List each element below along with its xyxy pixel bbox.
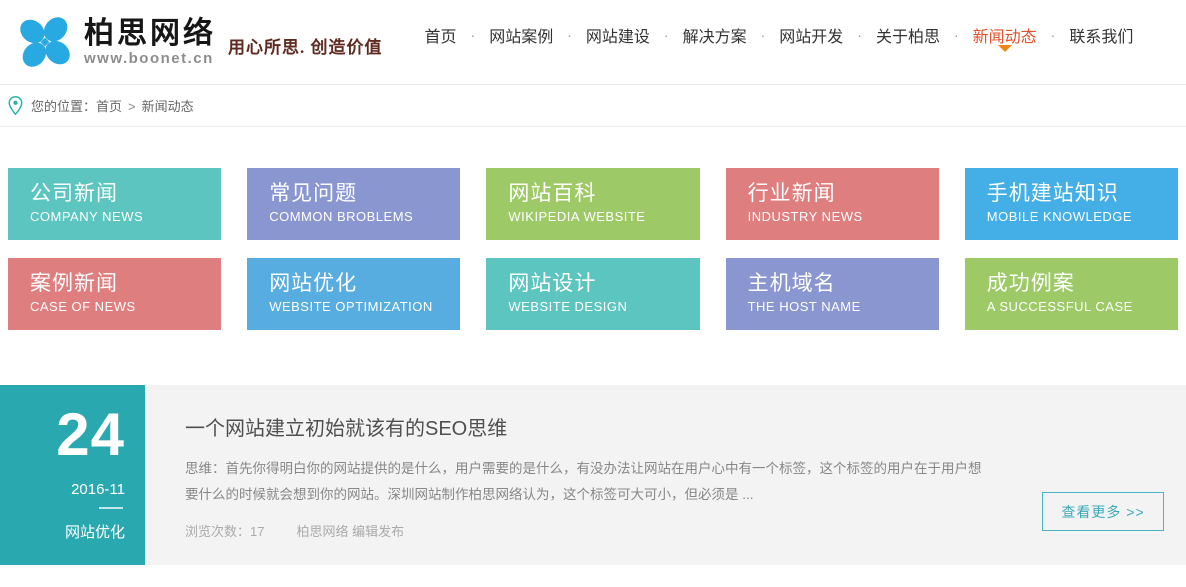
nav-item-3[interactable]: 解决方案: [683, 23, 747, 47]
category-title: 常见问题: [269, 179, 450, 209]
news-meta: 浏览次数：17 柏思网络 编辑发布: [185, 521, 986, 540]
nav-item-4[interactable]: 网站开发: [779, 23, 843, 47]
breadcrumb-prefix: 您的位置：: [31, 99, 96, 114]
category-card-5[interactable]: 案例新闻CASE OF NEWS: [8, 258, 221, 330]
category-card-1[interactable]: 常见问题COMMON BROBLEMS: [247, 168, 460, 240]
category-card-0[interactable]: 公司新闻COMPANY NEWS: [8, 168, 221, 240]
news-category-label: 网站优化: [0, 521, 125, 542]
news-views-count: 浏览次数：17: [185, 524, 264, 539]
date-divider: [99, 507, 123, 509]
category-subtitle: COMPANY NEWS: [30, 209, 211, 224]
nav-separator-dot: ·: [954, 27, 959, 43]
news-title-link[interactable]: 一个网站建立初始就该有的SEO思维: [185, 412, 986, 441]
category-subtitle: INDUSTRY NEWS: [748, 209, 929, 224]
breadcrumb-home-link[interactable]: 首页: [96, 99, 122, 114]
nav-item-1[interactable]: 网站案例: [489, 23, 553, 47]
active-nav-arrow-icon: [998, 45, 1012, 52]
category-title: 行业新闻: [748, 179, 929, 209]
category-title: 手机建站知识: [987, 179, 1168, 209]
logo-company-name: 柏思网络: [84, 17, 216, 50]
logo-website-url: www.boonet.cn: [84, 50, 216, 67]
nav-item-7[interactable]: 联系我们: [1069, 23, 1133, 47]
category-card-6[interactable]: 网站优化WEBSITE OPTIMIZATION: [247, 258, 460, 330]
category-title: 案例新闻: [30, 269, 211, 299]
nav-separator-dot: ·: [471, 27, 476, 43]
category-card-7[interactable]: 网站设计WEBSITE DESIGN: [486, 258, 699, 330]
category-card-8[interactable]: 主机域名THE HOST NAME: [726, 258, 939, 330]
category-subtitle: WIKIPEDIA WEBSITE: [508, 209, 689, 224]
nav-item-0[interactable]: 首页: [425, 23, 457, 47]
nav-separator-dot: ·: [857, 27, 862, 43]
category-subtitle: WEBSITE DESIGN: [508, 299, 689, 314]
category-card-3[interactable]: 行业新闻INDUSTRY NEWS: [726, 168, 939, 240]
slogan: 用心所思. 创造价值: [228, 33, 383, 58]
breadcrumb: 您的位置：首页 > 新闻动态: [31, 96, 194, 115]
breadcrumb-current: 新闻动态: [142, 99, 194, 114]
category-subtitle: THE HOST NAME: [748, 299, 929, 314]
nav-item-6[interactable]: 新闻动态: [973, 23, 1037, 47]
category-title: 公司新闻: [30, 179, 211, 209]
nav-separator-dot: ·: [1051, 27, 1056, 43]
logo[interactable]: 柏思网络 www.boonet.cn: [0, 11, 216, 73]
news-body: 一个网站建立初始就该有的SEO思维 思维：首先你得明白你的网站提供的是什么，用户…: [145, 385, 1186, 565]
category-title: 成功例案: [987, 269, 1168, 299]
nav-item-5[interactable]: 关于柏思: [876, 23, 940, 47]
category-title: 网站百科: [508, 179, 689, 209]
news-source: 柏思网络 编辑发布: [296, 524, 404, 539]
news-list-item: 24 2016-11 网站优化 一个网站建立初始就该有的SEO思维 思维：首先你…: [0, 385, 1186, 565]
category-card-9[interactable]: 成功例案A SUCCESSFUL CASE: [965, 258, 1178, 330]
category-title: 网站优化: [269, 269, 450, 299]
news-excerpt: 思维：首先你得明白你的网站提供的是什么，用户需要的是什么，有没办法让网站在用户心…: [185, 456, 986, 508]
category-subtitle: COMMON BROBLEMS: [269, 209, 450, 224]
category-card-4[interactable]: 手机建站知识MOBILE KNOWLEDGE: [965, 168, 1178, 240]
header: 柏思网络 www.boonet.cn 用心所思. 创造价值 首页 · 网站案例 · 网站…: [0, 0, 1186, 85]
category-card-2[interactable]: 网站百科WIKIPEDIA WEBSITE: [486, 168, 699, 240]
breadcrumb-separator: >: [128, 99, 136, 114]
category-title: 主机域名: [748, 269, 929, 299]
category-subtitle: MOBILE KNOWLEDGE: [987, 209, 1168, 224]
category-subtitle: WEBSITE OPTIMIZATION: [269, 299, 450, 314]
nav-item-2[interactable]: 网站建设: [586, 23, 650, 47]
nav-separator-dot: ·: [567, 27, 572, 43]
location-pin-icon: [8, 96, 23, 115]
news-date-block: 24 2016-11 网站优化: [0, 385, 145, 565]
category-subtitle: CASE OF NEWS: [30, 299, 211, 314]
nav-separator-dot: ·: [664, 27, 669, 43]
category-subtitle: A SUCCESSFUL CASE: [987, 299, 1168, 314]
category-grid: 公司新闻COMPANY NEWS常见问题COMMON BROBLEMS网站百科W…: [8, 168, 1178, 330]
view-more-button[interactable]: 查看更多 >>: [1042, 492, 1164, 531]
news-day: 24: [0, 405, 125, 465]
news-month: 2016-11: [0, 481, 125, 498]
nav-separator-dot: ·: [761, 27, 766, 43]
logo-text: 柏思网络 www.boonet.cn: [84, 17, 216, 67]
main-nav: 首页 · 网站案例 · 网站建设 · 解决方案 · 网站开发 · 关于柏思 · 新闻动态 · 联系我们: [425, 23, 1134, 47]
breadcrumb-bar: 您的位置：首页 > 新闻动态: [0, 85, 1186, 127]
flower-logo-icon: [14, 11, 76, 73]
category-title: 网站设计: [508, 269, 689, 299]
